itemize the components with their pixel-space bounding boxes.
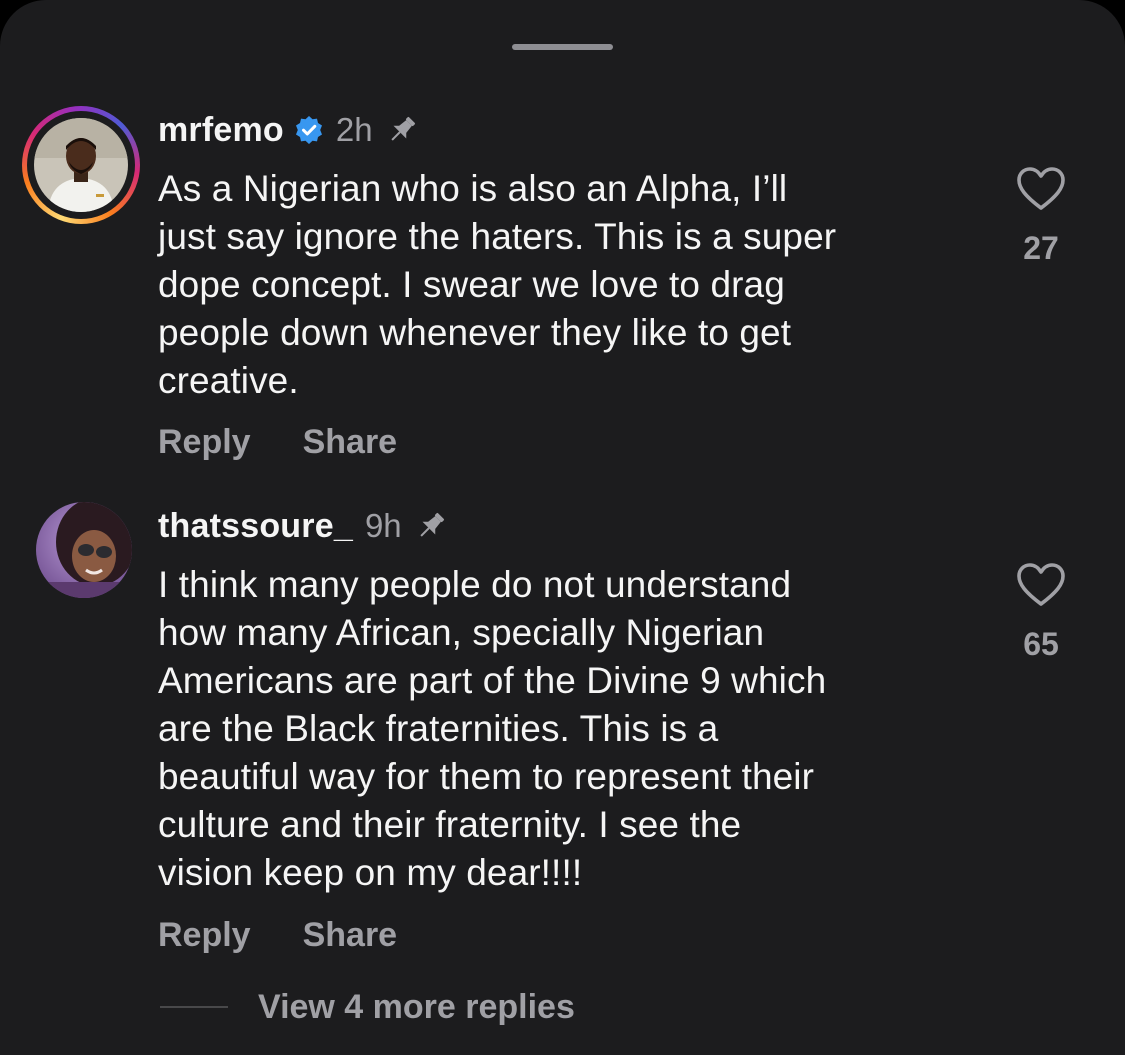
comment-line: Americans are part of the Divine 9 which	[158, 660, 827, 701]
like-count: 27	[1023, 230, 1059, 266]
like-count: 65	[1023, 626, 1059, 662]
pin-icon	[385, 113, 419, 147]
comment-line: people down whenever they like to get	[158, 312, 792, 353]
comment-line: are the Black fraternities. This is a	[158, 708, 719, 749]
comment-text: As a Nigerian who is also an Alpha, I’ll…	[158, 165, 968, 405]
comment-line: how many African, specially Nigerian	[158, 612, 765, 653]
sheet-grabber-handle[interactable]	[512, 44, 613, 50]
comment-timestamp: 2h	[335, 111, 373, 148]
comment-line: As a Nigerian who is also an Alpha, I’ll	[158, 168, 788, 209]
heart-outline-icon[interactable]	[1015, 166, 1067, 212]
avatar[interactable]	[36, 502, 132, 598]
comment-username[interactable]: mrfemo	[158, 111, 284, 150]
comment-username[interactable]: thatssoure_	[158, 507, 353, 546]
comment-line: culture and their fraternity. I see the	[158, 804, 742, 845]
replies-divider-line	[160, 1006, 228, 1008]
share-button[interactable]: Share	[303, 916, 398, 955]
comment-timestamp: 9h	[364, 507, 402, 544]
reply-button[interactable]: Reply	[158, 423, 251, 462]
comment-line: I think many people do not understand	[158, 564, 792, 605]
reply-button[interactable]: Reply	[158, 916, 251, 955]
share-button[interactable]: Share	[303, 423, 398, 462]
comment-line: creative.	[158, 360, 299, 401]
comments-sheet: mrfemo 2h As a Nigerian who is also an A…	[0, 0, 1125, 1055]
avatar[interactable]	[34, 118, 128, 212]
view-more-replies-button[interactable]: View 4 more replies	[160, 985, 575, 1029]
verified-badge-icon	[294, 115, 324, 145]
pin-icon	[414, 509, 448, 543]
comment-line: vision keep on my dear!!!!	[158, 852, 583, 893]
comment-line: beautiful way for them to represent thei…	[158, 756, 815, 797]
comment-line: just say ignore the haters. This is a su…	[158, 216, 837, 257]
story-ring[interactable]	[22, 106, 140, 224]
comment-line: dope concept. I swear we love to drag	[158, 264, 785, 305]
heart-outline-icon[interactable]	[1015, 562, 1067, 608]
view-more-replies-label[interactable]: View 4 more replies	[258, 988, 575, 1027]
comment-text: I think many people do not understand ho…	[158, 561, 968, 897]
